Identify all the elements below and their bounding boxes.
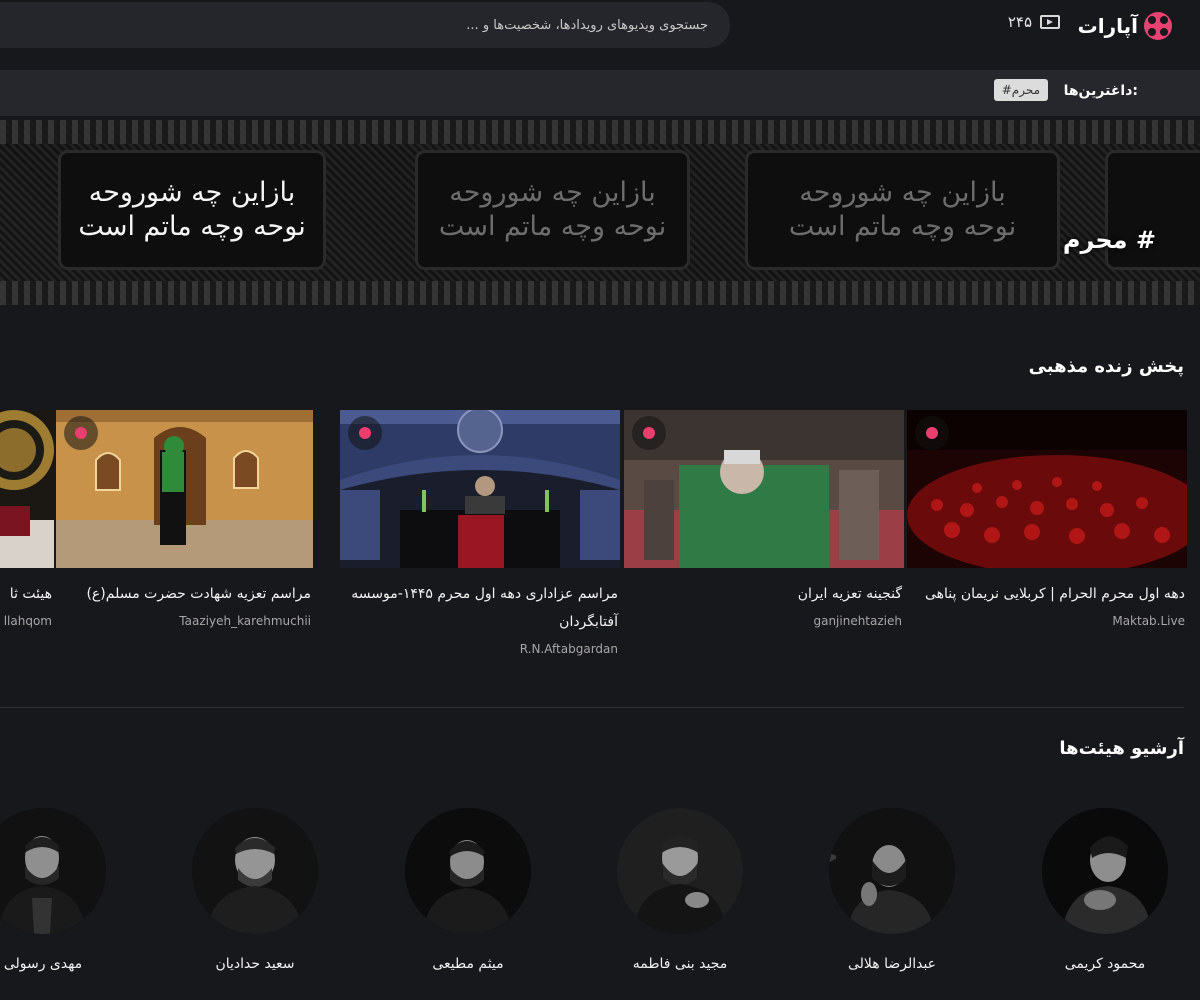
page: آپارات ۲۴۵ داغترین‌ها: #محرم بازاین چه ش… <box>0 0 1200 1000</box>
reciter-name[interactable]: عبدالرضا هلالی <box>829 956 955 972</box>
avatar[interactable] <box>617 808 743 934</box>
channel-name[interactable]: R.N.Aftabgardan <box>340 642 620 656</box>
reciter-card[interactable]: میثم مطیعی <box>405 808 531 972</box>
channel-name[interactable]: ganjinehtazieh <box>624 614 904 628</box>
trending-tags-bar: داغترین‌ها: #محرم <box>0 70 1200 116</box>
channel-name[interactable]: Taaziyeh_karehmuchii <box>56 614 313 628</box>
video-thumbnail[interactable] <box>0 410 54 568</box>
search-box <box>0 2 730 48</box>
reciter-name[interactable]: مهدی رسولی <box>0 956 106 972</box>
banner-border-top <box>0 120 1200 144</box>
video-card[interactable]: گنجینه تعزیه ایران ganjinehtazieh <box>624 410 904 628</box>
video-title[interactable]: هیئت ثا <box>0 580 54 608</box>
section-divider <box>0 707 1184 708</box>
video-title[interactable]: مراسم تعزیه شهادت حضرت مسلم(ع) <box>56 580 313 608</box>
video-card[interactable]: هیئت ثا llahqom <box>0 410 54 628</box>
reciter-name[interactable]: میثم مطیعی <box>405 956 531 972</box>
reciter-name[interactable]: محمود کریمی <box>1042 956 1168 972</box>
hashtag-banner: بازاین چه شوروحه نوحه وچه ماتم است بازای… <box>0 120 1200 305</box>
avatar[interactable] <box>192 808 318 934</box>
channel-name[interactable]: Maktab.Live <box>907 614 1187 628</box>
search-input[interactable] <box>0 2 730 48</box>
aparat-logo[interactable]: آپارات <box>1078 10 1172 42</box>
live-indicator-icon <box>632 416 666 450</box>
video-card[interactable]: مراسم عزاداری دهه اول محرم ۱۴۴۵-موسسه آف… <box>340 410 620 656</box>
video-title[interactable]: مراسم عزاداری دهه اول محرم ۱۴۴۵-موسسه آف… <box>340 580 620 636</box>
counter-value: ۲۴۵ <box>1007 13 1032 31</box>
video-icon <box>1040 15 1060 29</box>
avatar[interactable] <box>405 808 531 934</box>
tag-chip-muharram[interactable]: #محرم <box>993 79 1048 101</box>
calligraphy-line: نوحه وچه ماتم است <box>788 211 1017 242</box>
calligraphy-line: بازاین چه شوروحه <box>799 177 1006 209</box>
video-title[interactable]: گنجینه تعزیه ایران <box>624 580 904 608</box>
banner-hashtag-title: # محرم <box>1062 226 1156 254</box>
calligraphy-line: بازاین چه شوروحه <box>449 177 656 209</box>
avatar[interactable] <box>0 808 106 934</box>
live-indicator-icon <box>64 416 98 450</box>
film-reel-icon <box>1144 12 1172 40</box>
calligraphy-panel: بازاین چه شوروحه نوحه وچه ماتم است <box>58 150 326 270</box>
video-thumbnail[interactable] <box>624 410 904 568</box>
video-thumbnail[interactable] <box>56 410 313 568</box>
svg-text:حسین: حسین <box>829 832 839 878</box>
calligraphy-panel: بازاین چه شوروحه نوحه وچه ماتم است <box>745 150 1060 270</box>
video-counter[interactable]: ۲۴۵ <box>1008 13 1060 31</box>
banner-border-bottom <box>0 281 1200 305</box>
live-indicator-icon <box>348 416 382 450</box>
reciter-name[interactable]: مجید بنی فاطمه <box>617 956 743 972</box>
video-thumbnail[interactable] <box>907 410 1187 568</box>
live-section-title[interactable]: پخش زنده مذهبی <box>1029 356 1184 377</box>
reciter-name[interactable]: سعید حدادیان <box>192 956 318 972</box>
calligraphy-panel: بازاین چه شوروحه نوحه وچه ماتم است <box>415 150 690 270</box>
logo-text: آپارات <box>1077 14 1138 38</box>
live-indicator-icon <box>915 416 949 450</box>
reciter-card[interactable]: حسین عبدالرضا هلالی <box>829 808 955 972</box>
calligraphy-line: نوحه وچه ماتم است <box>78 211 306 242</box>
reciter-card[interactable]: سعید حدادیان <box>192 808 318 972</box>
video-thumbnail[interactable] <box>340 410 620 568</box>
calligraphy-line: نوحه وچه ماتم است <box>438 211 667 242</box>
avatar[interactable]: حسین <box>829 808 955 934</box>
reciter-card[interactable]: محمود کریمی <box>1042 808 1168 972</box>
reciter-card[interactable]: مهدی رسولی <box>0 808 106 972</box>
video-card[interactable]: دهه اول محرم الحرام | کربلایی نریمان پنا… <box>907 410 1187 628</box>
archive-section-title[interactable]: آرشیو هیئت‌ها <box>1059 738 1184 759</box>
avatar[interactable] <box>1042 808 1168 934</box>
top-header: آپارات ۲۴۵ <box>0 0 1200 50</box>
calligraphy-line: بازاین چه شوروحه <box>88 177 296 209</box>
video-title[interactable]: دهه اول محرم الحرام | کربلایی نریمان پنا… <box>907 580 1187 608</box>
video-card[interactable]: مراسم تعزیه شهادت حضرت مسلم(ع) Taaziyeh_… <box>56 410 313 628</box>
channel-name[interactable]: llahqom <box>0 614 54 628</box>
trending-label: داغترین‌ها: <box>1063 83 1138 99</box>
reciter-card[interactable]: مجید بنی فاطمه <box>617 808 743 972</box>
